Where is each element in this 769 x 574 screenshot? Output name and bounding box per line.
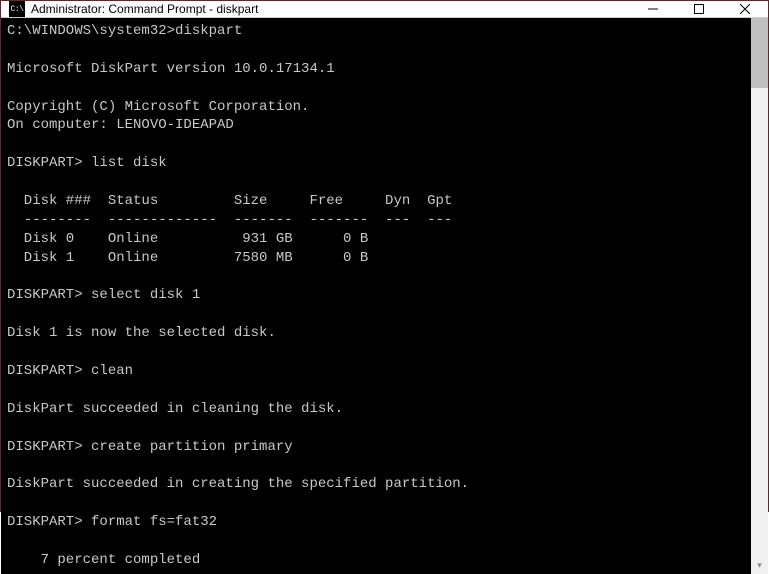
- maximize-icon: [694, 4, 704, 14]
- diskpart-prompt: DISKPART>: [7, 363, 91, 379]
- window-title: Administrator: Command Prompt - diskpart: [31, 2, 630, 16]
- scroll-down-arrow-icon[interactable]: ▾: [751, 557, 768, 574]
- titlebar-controls: [630, 1, 768, 17]
- table-row: Disk 1 Online 7580 MB 0 B: [7, 250, 368, 266]
- cmd-format: format fs=fat32: [91, 514, 217, 530]
- cmd-list-disk: list disk: [91, 155, 167, 171]
- clean-message: DiskPart succeeded in cleaning the disk.: [7, 401, 343, 417]
- cmd-diskpart: diskpart: [175, 23, 242, 39]
- vertical-scrollbar[interactable]: ▾: [751, 18, 768, 574]
- create-message: DiskPart succeeded in creating the speci…: [7, 476, 469, 492]
- diskpart-prompt: DISKPART>: [7, 155, 91, 171]
- cmd-create-partition: create partition primary: [91, 439, 293, 455]
- table-row: Disk 0 Online 931 GB 0 B: [7, 231, 368, 247]
- progress-line: 7 percent completed: [7, 552, 200, 568]
- minimize-button[interactable]: [630, 1, 676, 17]
- table-header: Disk ### Status Size Free Dyn Gpt: [7, 193, 452, 209]
- diskpart-prompt: DISKPART>: [7, 514, 91, 530]
- scrollbar-thumb[interactable]: [751, 18, 768, 88]
- close-button[interactable]: [722, 1, 768, 17]
- cmd-clean: clean: [91, 363, 133, 379]
- maximize-button[interactable]: [676, 1, 722, 17]
- version-line: Microsoft DiskPart version 10.0.17134.1: [7, 61, 335, 77]
- client-area: C:\WINDOWS\system32>diskpart Microsoft D…: [1, 18, 768, 574]
- copyright-line: Copyright (C) Microsoft Corporation.: [7, 99, 309, 115]
- minimize-icon: [648, 4, 658, 14]
- command-prompt-window: C:\ Administrator: Command Prompt - disk…: [0, 0, 769, 512]
- prompt-path: C:\WINDOWS\system32>: [7, 23, 175, 39]
- table-separator: -------- ------------- ------- ------- -…: [7, 212, 452, 228]
- computer-line: On computer: LENOVO-IDEAPAD: [7, 117, 234, 133]
- close-icon: [740, 4, 750, 14]
- cmd-select-disk: select disk 1: [91, 287, 200, 303]
- titlebar[interactable]: C:\ Administrator: Command Prompt - disk…: [1, 1, 768, 18]
- diskpart-prompt: DISKPART>: [7, 439, 91, 455]
- selected-message: Disk 1 is now the selected disk.: [7, 325, 276, 341]
- terminal-output[interactable]: C:\WINDOWS\system32>diskpart Microsoft D…: [1, 18, 751, 574]
- diskpart-prompt: DISKPART>: [7, 287, 91, 303]
- cmd-icon: C:\: [9, 1, 25, 17]
